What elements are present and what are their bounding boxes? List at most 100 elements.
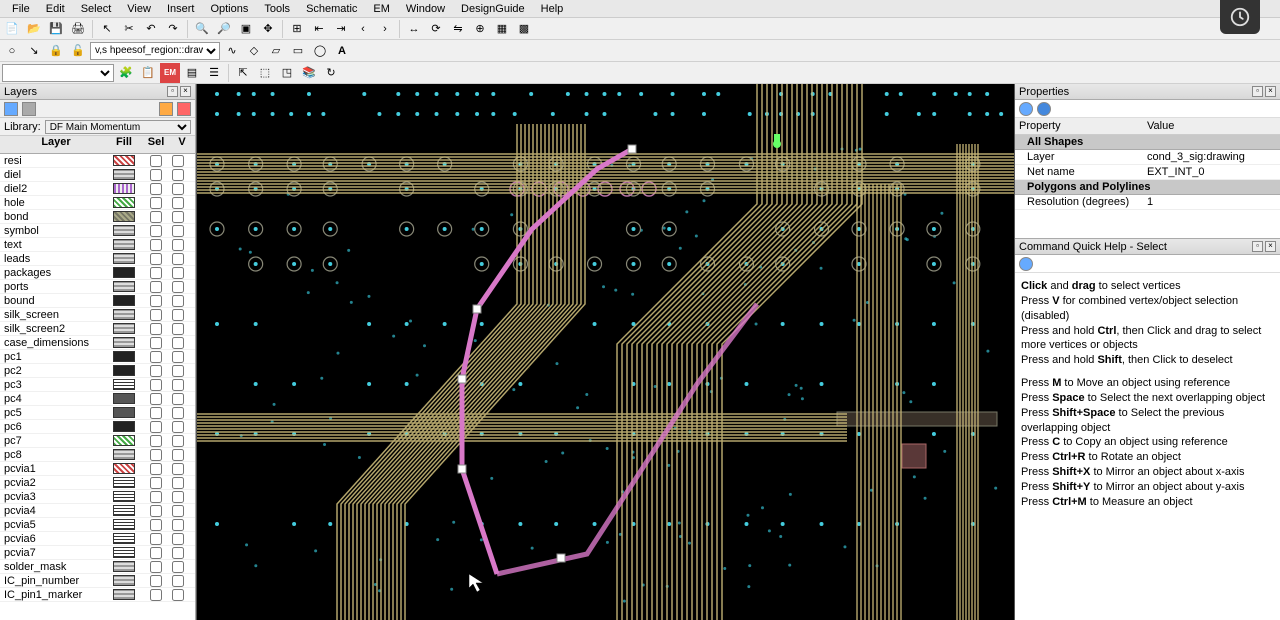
vis-checkbox[interactable] (172, 211, 184, 223)
layer-row[interactable]: case_dimensions (0, 336, 195, 350)
layer-row[interactable]: ports (0, 280, 195, 294)
sel-checkbox[interactable] (150, 281, 162, 293)
menu-select[interactable]: Select (73, 3, 120, 15)
pan-icon[interactable]: ✥ (258, 19, 278, 39)
component-icon[interactable]: 🧩 (116, 63, 136, 83)
menu-schematic[interactable]: Schematic (298, 3, 365, 15)
sel-checkbox[interactable] (150, 225, 162, 237)
dock-icon[interactable]: ▫ (167, 86, 178, 97)
layer-row[interactable]: pc3 (0, 378, 195, 392)
vis-checkbox[interactable] (172, 239, 184, 251)
layer-row[interactable]: silk_screen2 (0, 322, 195, 336)
grid-icon[interactable]: ⊞ (287, 19, 307, 39)
layout-canvas[interactable] (196, 84, 1015, 620)
layer-row[interactable]: pc1 (0, 350, 195, 364)
vis-checkbox[interactable] (172, 323, 184, 335)
vis-checkbox[interactable] (172, 435, 184, 447)
undo-icon[interactable]: ↶ (141, 19, 161, 39)
box3d-icon[interactable]: ⬚ (255, 63, 275, 83)
vis-checkbox[interactable] (172, 533, 184, 545)
menu-window[interactable]: Window (398, 3, 453, 15)
lock-icon[interactable]: 🔒 (46, 41, 66, 61)
path-icon[interactable]: ▱ (266, 41, 286, 61)
refresh-icon[interactable]: ↻ (321, 63, 341, 83)
chevron-right-icon[interactable]: › (375, 19, 395, 39)
sel-checkbox[interactable] (150, 575, 162, 587)
layer-row[interactable]: pcvia5 (0, 518, 195, 532)
layer-row[interactable]: hole (0, 196, 195, 210)
menu-help[interactable]: Help (533, 3, 572, 15)
sel-checkbox[interactable] (150, 561, 162, 573)
layer-row[interactable]: leads (0, 252, 195, 266)
ellipse-icon[interactable]: ◯ (310, 41, 330, 61)
vis-checkbox[interactable] (172, 197, 184, 209)
polygon-icon[interactable]: ◇ (244, 41, 264, 61)
gear-icon[interactable] (1019, 257, 1033, 271)
sel-checkbox[interactable] (150, 463, 162, 475)
menu-tools[interactable]: Tools (256, 3, 298, 15)
align-left-icon[interactable]: ⇤ (309, 19, 329, 39)
sel-checkbox[interactable] (150, 169, 162, 181)
close-icon[interactable]: × (1265, 241, 1276, 252)
print-icon[interactable]: 🖨 (68, 19, 88, 39)
menu-em[interactable]: EM (365, 3, 398, 15)
del-icon[interactable] (177, 102, 191, 116)
vis-checkbox[interactable] (172, 295, 184, 307)
vis-checkbox[interactable] (172, 505, 184, 517)
rotate-icon[interactable]: ⟳ (426, 19, 446, 39)
sel-checkbox[interactable] (150, 449, 162, 461)
vis-checkbox[interactable] (172, 309, 184, 321)
layer-row[interactable]: symbol (0, 224, 195, 238)
layer-row[interactable]: bound (0, 294, 195, 308)
pen-icon[interactable] (159, 102, 173, 116)
gear-icon[interactable] (4, 102, 18, 116)
export-icon[interactable]: ⇱ (233, 63, 253, 83)
menu-file[interactable]: File (4, 3, 38, 15)
layer-row[interactable]: IC_pin1_marker (0, 588, 195, 602)
vis-icon[interactable] (22, 102, 36, 116)
menu-view[interactable]: View (119, 3, 159, 15)
align-right-icon[interactable]: ⇥ (331, 19, 351, 39)
cut-icon[interactable]: ✂ (119, 19, 139, 39)
vis-checkbox[interactable] (172, 351, 184, 363)
sel-checkbox[interactable] (150, 491, 162, 503)
vis-checkbox[interactable] (172, 421, 184, 433)
vis-checkbox[interactable] (172, 449, 184, 461)
layer-row[interactable]: pc5 (0, 406, 195, 420)
sel-checkbox[interactable] (150, 253, 162, 265)
vis-checkbox[interactable] (172, 519, 184, 531)
sel-checkbox[interactable] (150, 365, 162, 377)
clock-icon[interactable] (1220, 0, 1260, 34)
rect-icon[interactable]: ▭ (288, 41, 308, 61)
dock-icon[interactable]: ▫ (1252, 241, 1263, 252)
menu-edit[interactable]: Edit (38, 3, 73, 15)
vis-checkbox[interactable] (172, 575, 184, 587)
vis-checkbox[interactable] (172, 407, 184, 419)
vis-checkbox[interactable] (172, 337, 184, 349)
polyline-icon[interactable]: ∿ (222, 41, 242, 61)
menu-options[interactable]: Options (202, 3, 256, 15)
zoom-fit-icon[interactable]: ▣ (236, 19, 256, 39)
sel-checkbox[interactable] (150, 197, 162, 209)
layer-row[interactable]: bond (0, 210, 195, 224)
sel-checkbox[interactable] (150, 407, 162, 419)
prop-row[interactable]: Resolution (degrees) 1 (1015, 195, 1280, 210)
unlock-icon[interactable]: 🔓 (68, 41, 88, 61)
pointer-icon[interactable]: ↖ (97, 19, 117, 39)
library-select[interactable]: DF Main Momentum (45, 120, 191, 134)
target-icon[interactable]: ⊕ (470, 19, 490, 39)
layer-row[interactable]: pcvia3 (0, 490, 195, 504)
component-select[interactable] (2, 64, 114, 82)
schematic-icon[interactable]: 📋 (138, 63, 158, 83)
layer-row[interactable]: pcvia6 (0, 532, 195, 546)
info-icon[interactable] (1037, 102, 1051, 116)
vis-checkbox[interactable] (172, 183, 184, 195)
zoom-in-icon[interactable]: 🔍 (192, 19, 212, 39)
layer-row[interactable]: pc8 (0, 448, 195, 462)
sel-checkbox[interactable] (150, 323, 162, 335)
sel-checkbox[interactable] (150, 519, 162, 531)
layer-row[interactable]: packages (0, 266, 195, 280)
gear-icon[interactable] (1019, 102, 1033, 116)
sel-checkbox[interactable] (150, 589, 162, 601)
sel-checkbox[interactable] (150, 183, 162, 195)
